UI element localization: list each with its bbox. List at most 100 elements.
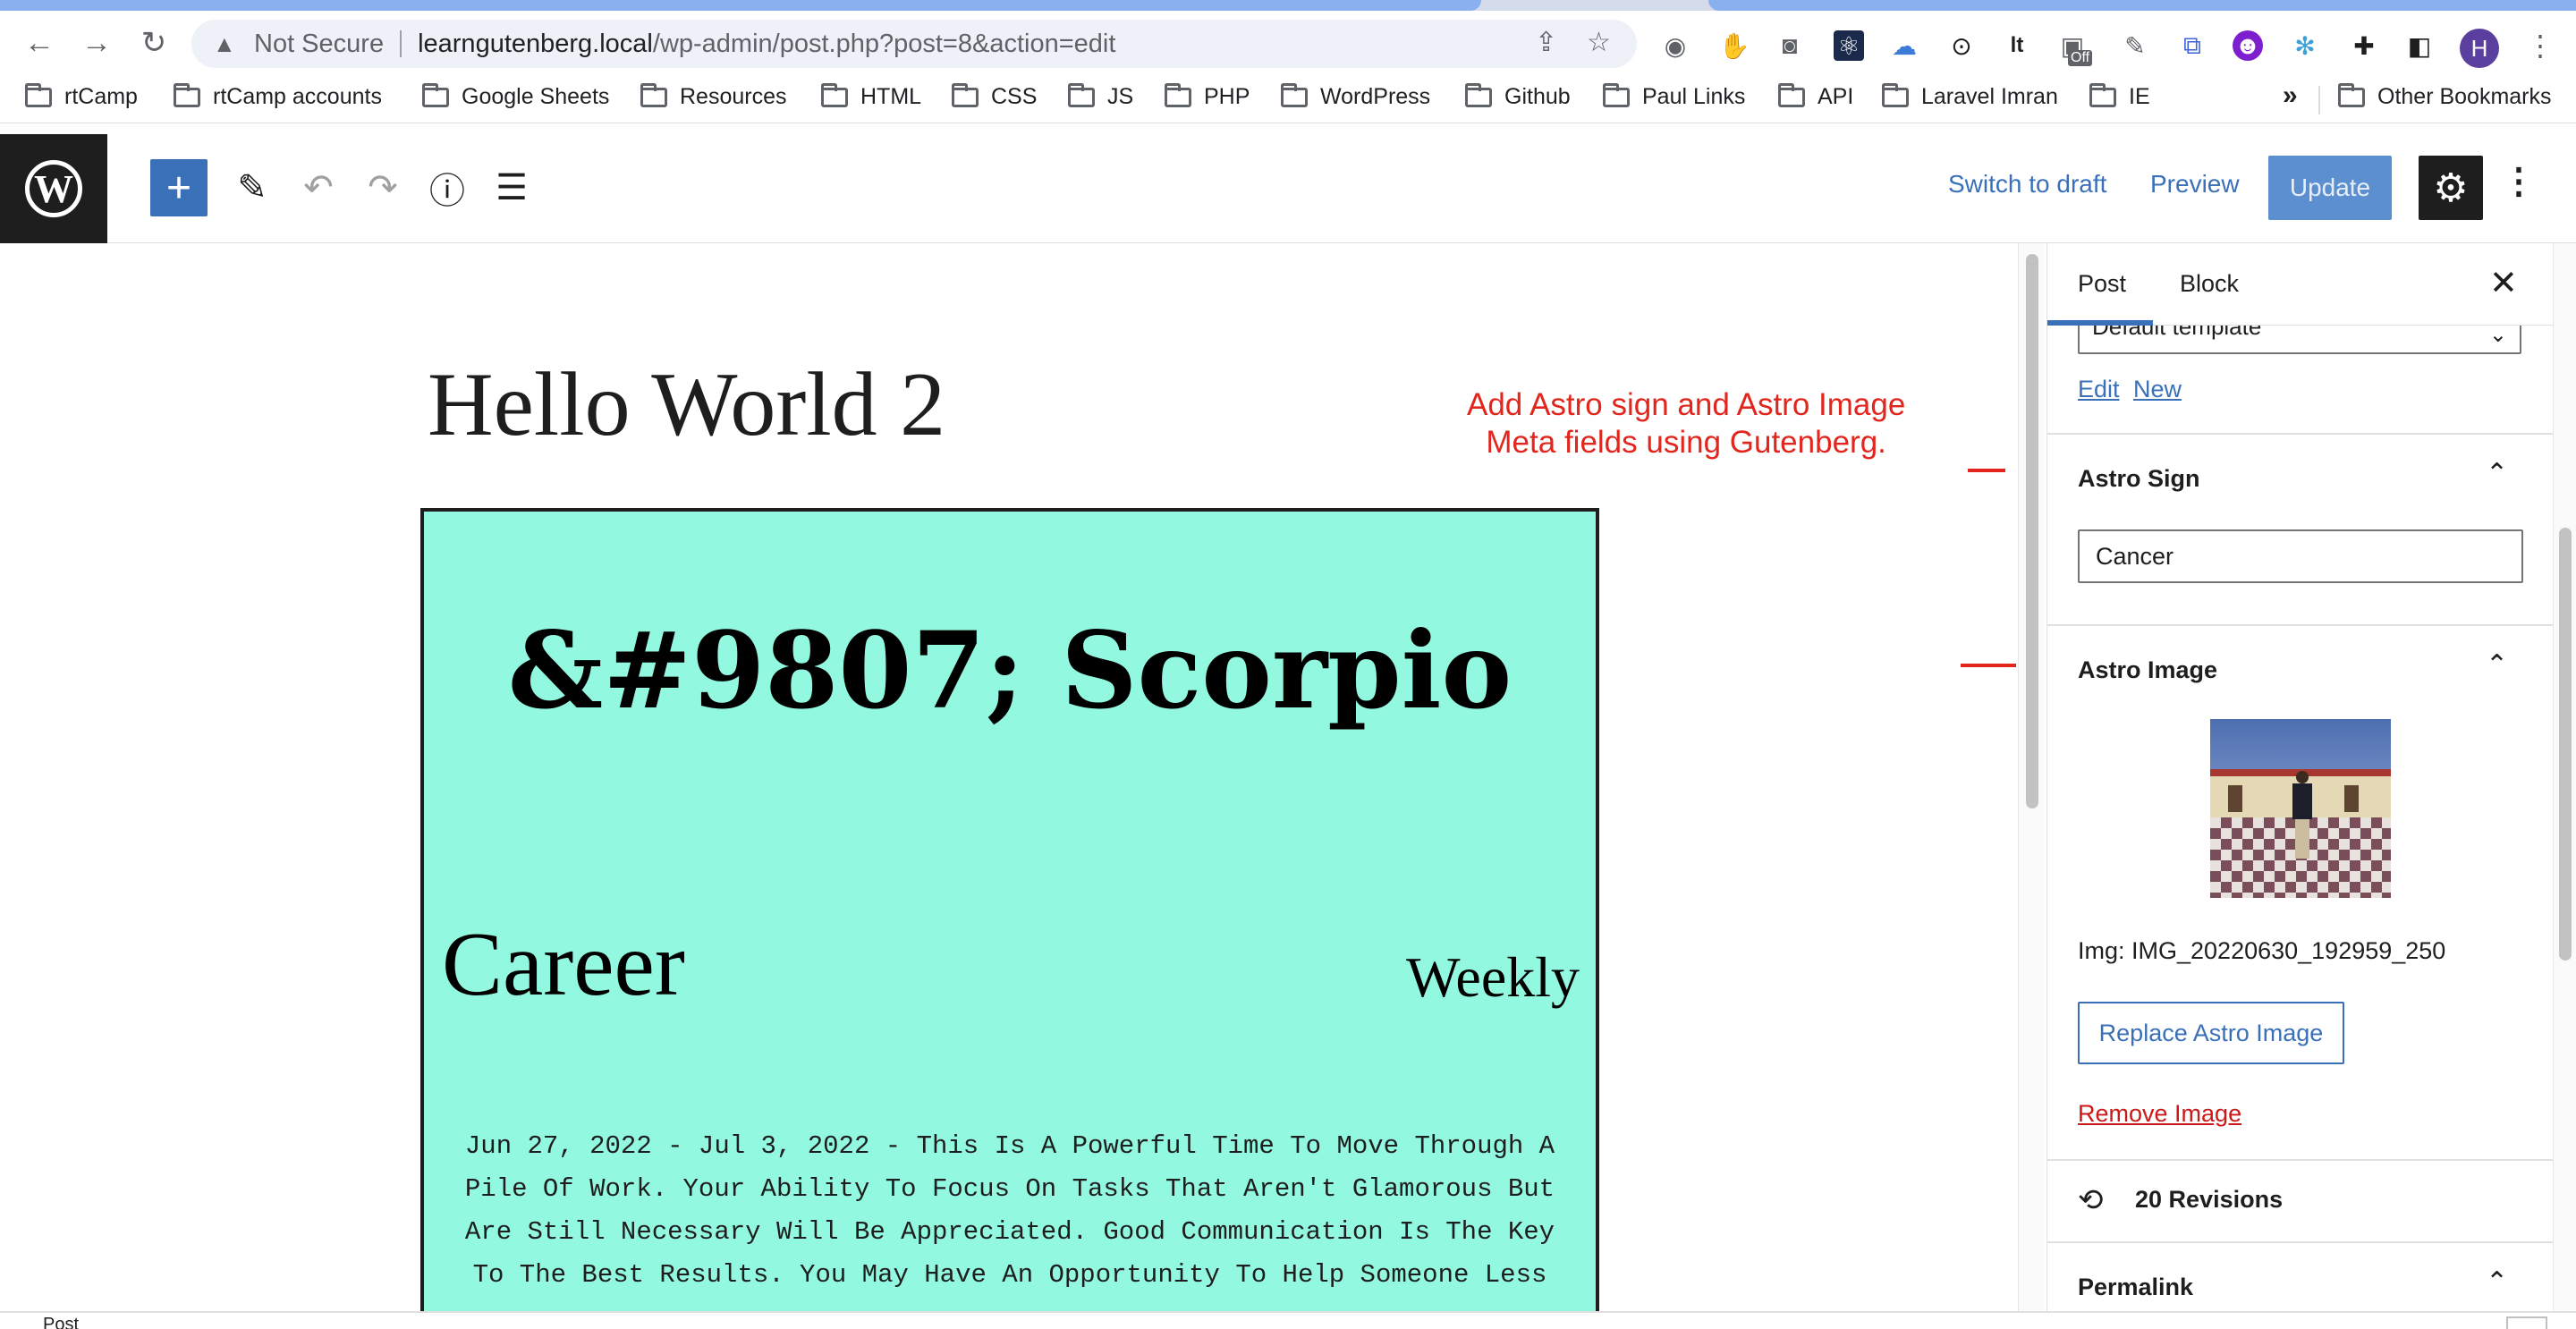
redo-icon[interactable]: ↷ xyxy=(356,161,410,215)
history-icon: ⟲ xyxy=(2078,1183,2104,1217)
annotation-line xyxy=(1961,664,2016,667)
puzzle-extensions-icon[interactable]: ✚ xyxy=(2349,30,2379,61)
devtools-icon[interactable]: ⧉ xyxy=(2177,30,2207,61)
browser-menu-icon[interactable]: ⋮ xyxy=(2526,29,2555,63)
astro-image-caption: Img: IMG_20220630_192959_250 xyxy=(2078,937,2446,964)
bookmark-folder[interactable]: Google Sheets xyxy=(422,82,609,110)
bookmark-folder[interactable]: Laravel Imran xyxy=(1882,82,2058,110)
bookmark-folder[interactable]: rtCamp accounts xyxy=(174,82,382,110)
wordpress-logo-icon: W xyxy=(25,160,82,217)
tab-post[interactable]: Post xyxy=(2078,270,2126,298)
star-icon[interactable]: ☆ xyxy=(1587,27,1611,58)
bookmark-folder[interactable]: API xyxy=(1778,82,1853,110)
chevron-up-icon[interactable]: ⌃ xyxy=(2486,1266,2508,1298)
editor-scrollbar[interactable] xyxy=(2018,243,2045,1311)
folder-icon xyxy=(1603,82,1630,107)
undo-icon[interactable]: ↶ xyxy=(292,161,345,215)
permalink-panel-title[interactable]: Permalink xyxy=(2078,1274,2193,1301)
bookmark-folder[interactable]: WordPress xyxy=(1281,82,1430,110)
extension-gnome-icon[interactable]: ✋ xyxy=(1719,30,1750,61)
other-bookmarks-folder[interactable]: Other Bookmarks xyxy=(2338,82,2552,110)
bookmark-folder[interactable]: Resources xyxy=(640,82,787,110)
editor-footer: Post xyxy=(0,1311,2576,1329)
add-block-button[interactable]: + xyxy=(150,159,208,216)
bookmark-folder[interactable]: Github xyxy=(1465,82,1571,110)
settings-gear-icon[interactable]: ⚙ xyxy=(2419,156,2483,220)
chevron-up-icon[interactable]: ⌃ xyxy=(2486,458,2508,489)
bookmark-folder[interactable]: CSS xyxy=(952,82,1037,110)
active-tab[interactable] xyxy=(0,0,1481,11)
replace-astro-image-button[interactable]: Replace Astro Image xyxy=(2078,1002,2344,1064)
bookmarks-divider xyxy=(2318,86,2320,114)
astro-card-category: Career xyxy=(442,914,685,1015)
editor-scrollbar-thumb[interactable] xyxy=(2026,254,2038,808)
share-icon[interactable]: ⇪ xyxy=(1535,27,1557,58)
tab-block[interactable]: Block xyxy=(2180,270,2239,298)
address-bar[interactable]: ▲ Not Secure learngutenberg.local /wp-ad… xyxy=(191,20,1637,68)
preview-button[interactable]: Preview xyxy=(2150,170,2240,199)
bookmarks-overflow-button[interactable]: » xyxy=(2283,80,2298,111)
snowflake-icon[interactable]: ✻ xyxy=(2290,30,2320,61)
panel-divider xyxy=(2047,1241,2553,1243)
folder-icon xyxy=(174,82,200,107)
vscode-icon[interactable]: ✎ xyxy=(2120,30,2150,61)
options-menu-icon[interactable]: ⋮ xyxy=(2501,161,2537,202)
forward-arrow-icon[interactable]: → xyxy=(75,21,118,64)
annotation-line xyxy=(1968,469,2005,472)
warning-icon: ▲ xyxy=(213,30,236,57)
password-manager-icon[interactable]: ◉ xyxy=(1660,30,1690,61)
off-extension-icon[interactable]: ▣ Off xyxy=(2057,30,2093,66)
chevron-up-icon[interactable]: ⌃ xyxy=(2486,649,2508,681)
list-view-icon[interactable]: ☰ xyxy=(485,161,538,215)
sidebar-scrollbar-thumb[interactable] xyxy=(2559,528,2572,961)
astro-sign-input[interactable]: Cancer xyxy=(2078,529,2523,583)
annotation-note: Add Astro sign and Astro Image Meta fiel… xyxy=(1467,387,1906,460)
folder-icon xyxy=(1165,82,1191,107)
code-brackets-icon[interactable]: ⊙ xyxy=(1946,30,1977,61)
purple-extension-icon[interactable]: ☻ xyxy=(2233,30,2263,61)
bookmark-folder[interactable]: HTML xyxy=(821,82,921,110)
astro-card-block[interactable]: &#9807; Scorpio Career Weekly Jun 27, 20… xyxy=(420,508,1599,1311)
extension-badge: Off xyxy=(2068,50,2093,66)
resize-grip[interactable] xyxy=(2506,1316,2547,1329)
sidebar-tabs: Post Block ✕ xyxy=(2047,243,2553,326)
folder-icon xyxy=(1882,82,1909,107)
folder-icon xyxy=(1778,82,1805,107)
bookmark-folder[interactable]: IE xyxy=(2089,82,2150,110)
breadcrumb[interactable]: Post xyxy=(43,1315,79,1329)
bookmark-folder[interactable]: PHP xyxy=(1165,82,1250,110)
astro-card-period: Weekly xyxy=(1406,945,1580,1009)
url-host: learngutenberg.local xyxy=(418,29,653,58)
details-info-icon[interactable]: ⓘ xyxy=(420,161,474,215)
inactive-tab[interactable] xyxy=(1708,0,2576,11)
react-devtools-icon[interactable]: ⚛ xyxy=(1834,30,1864,61)
reload-icon[interactable]: ↻ xyxy=(132,21,175,64)
remove-image-link[interactable]: Remove Image xyxy=(2078,1100,2241,1128)
side-panel-icon[interactable]: ◧ xyxy=(2404,30,2435,61)
editor-header: W + ✎ ↶ ↷ ⓘ ☰ Switch to draft Preview Up… xyxy=(0,134,2576,243)
profile-avatar[interactable]: H xyxy=(2460,29,2499,68)
cloud-icon[interactable]: ☁ xyxy=(1889,30,1919,61)
lt-extension-icon[interactable]: lt xyxy=(2002,30,2032,61)
bookmark-folder[interactable]: JS xyxy=(1068,82,1133,110)
close-icon[interactable]: ✕ xyxy=(2489,263,2518,303)
back-arrow-icon[interactable]: ← xyxy=(18,21,61,64)
panel-divider xyxy=(2047,624,2553,626)
folder-icon xyxy=(2338,82,2365,107)
bookmark-folder[interactable]: rtCamp xyxy=(25,82,138,110)
camera-icon[interactable]: ◙ xyxy=(1775,30,1805,61)
astro-image-thumbnail[interactable] xyxy=(2210,719,2391,898)
sidebar-scrollbar[interactable] xyxy=(2553,243,2576,1311)
astro-sign-panel-title[interactable]: Astro Sign xyxy=(2078,465,2200,493)
revisions-link[interactable]: 20 Revisions xyxy=(2135,1186,2283,1214)
pencil-tools-icon[interactable]: ✎ xyxy=(225,161,279,215)
template-edit-link[interactable]: Edit xyxy=(2078,376,2120,403)
address-separator xyxy=(400,30,402,57)
switch-to-draft-button[interactable]: Switch to draft xyxy=(1948,170,2106,199)
template-new-link[interactable]: New xyxy=(2133,376,2182,403)
bookmark-folder[interactable]: Paul Links xyxy=(1603,82,1745,110)
astro-image-panel-title[interactable]: Astro Image xyxy=(2078,656,2217,684)
update-button[interactable]: Update xyxy=(2268,156,2392,220)
wordpress-logo-button[interactable]: W xyxy=(0,134,107,243)
post-title[interactable]: Hello World 2 xyxy=(428,352,945,457)
